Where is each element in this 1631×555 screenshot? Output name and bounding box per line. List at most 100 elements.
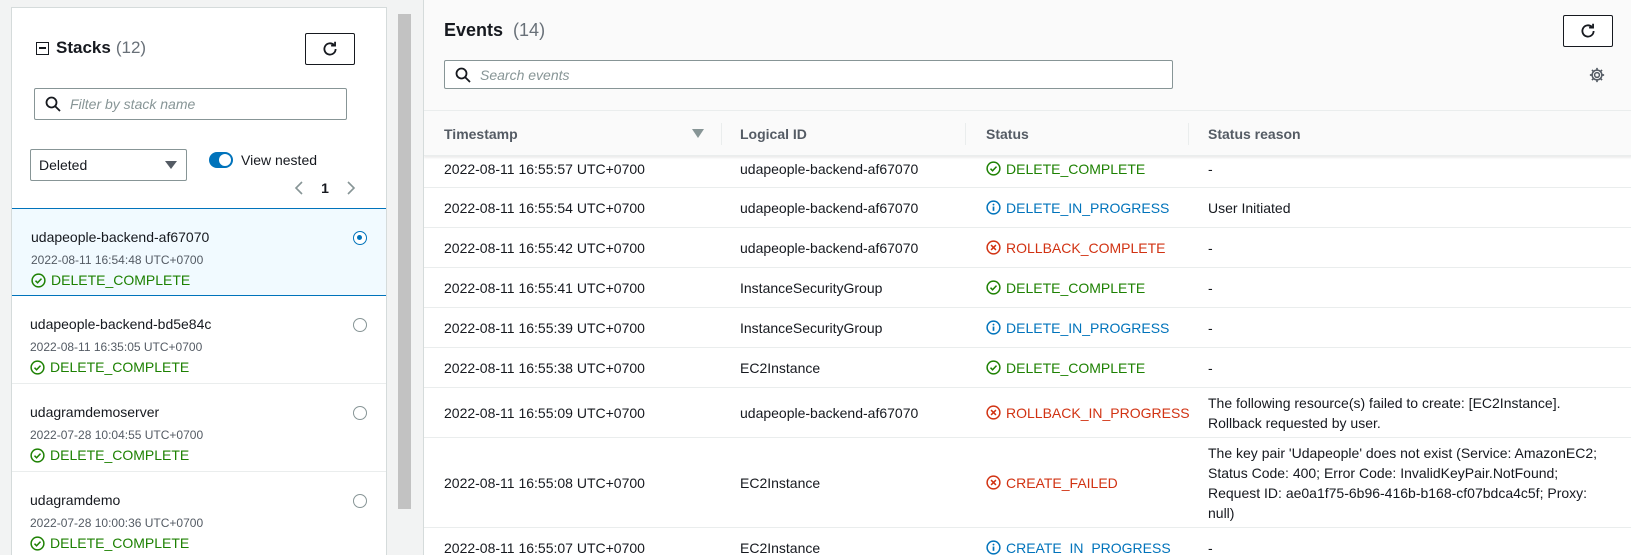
cell-status: DELETE_COMPLETE — [986, 360, 1145, 376]
events-refresh-button[interactable] — [1563, 15, 1613, 47]
stack-select-radio[interactable] — [353, 318, 367, 332]
events-search-wrap[interactable] — [444, 60, 1173, 89]
status-label: CREATE_IN_PROGRESS — [1006, 539, 1171, 555]
cell-timestamp: 2022-08-11 16:55:07 UTC+0700 — [444, 539, 645, 555]
cell-status-reason: - — [1208, 359, 1213, 376]
cell-logical-id: udapeople-backend-af67070 — [740, 239, 919, 256]
success-check-icon — [986, 161, 1001, 176]
success-check-icon — [30, 447, 45, 463]
stack-status: DELETE_COMPLETE — [30, 447, 386, 463]
stack-list-item[interactable]: udagramdemo 2022-07-28 10:00:36 UTC+0700… — [12, 472, 386, 555]
refresh-icon — [1581, 23, 1595, 38]
stacks-count: (12) — [115, 38, 147, 57]
search-icon — [455, 67, 471, 83]
view-nested-label: View nested — [241, 152, 318, 168]
status-label: DELETE_COMPLETE — [1006, 279, 1146, 296]
events-title-wrap: Events (14) — [444, 20, 545, 41]
success-check-icon — [986, 280, 1001, 295]
info-icon — [986, 540, 1001, 555]
search-icon — [45, 96, 61, 112]
column-divider[interactable] — [1188, 123, 1189, 145]
column-divider[interactable] — [721, 123, 722, 145]
col-header-status-reason[interactable]: Status reason — [1208, 111, 1301, 157]
table-row: 2022-08-11 16:55:42 UTC+0700 udapeople-b… — [424, 228, 1631, 268]
cell-timestamp: 2022-08-11 16:55:42 UTC+0700 — [444, 239, 645, 256]
info-icon — [986, 320, 1001, 335]
column-divider[interactable] — [965, 123, 966, 145]
chevron-left-icon[interactable] — [289, 178, 309, 198]
error-x-icon — [986, 475, 1001, 490]
success-check-icon — [986, 360, 1001, 375]
events-title: Events — [444, 20, 504, 40]
stacks-refresh-button[interactable] — [305, 33, 355, 65]
cell-logical-id: InstanceSecurityGroup — [740, 319, 883, 336]
view-nested-toggle[interactable] — [209, 152, 233, 168]
col-header-timestamp[interactable]: Timestamp — [444, 111, 518, 157]
events-table-body: 2022-08-11 16:55:57 UTC+0700 udapeople-b… — [424, 150, 1631, 555]
stack-list-item[interactable]: udapeople-backend-af67070 2022-08-11 16:… — [12, 208, 386, 296]
cell-status-reason: - — [1208, 279, 1213, 296]
status-label: ROLLBACK_COMPLETE — [1006, 239, 1166, 256]
events-count: (14) — [513, 20, 546, 40]
stack-list-item[interactable]: udagramdemoserver 2022-07-28 10:04:55 UT… — [12, 384, 386, 472]
stack-select-radio[interactable] — [353, 231, 367, 245]
status-label: DELETE_IN_PROGRESS — [1006, 199, 1170, 216]
stacks-scrollbar-thumb[interactable] — [398, 14, 411, 509]
stack-select-radio[interactable] — [353, 494, 367, 508]
stack-status-label: DELETE_COMPLETE — [51, 272, 191, 288]
status-filter-select[interactable]: Deleted — [30, 149, 187, 181]
status-label: CREATE_FAILED — [1006, 474, 1118, 491]
cell-timestamp: 2022-08-11 16:55:09 UTC+0700 — [444, 404, 645, 421]
stack-name[interactable]: udapeople-backend-af67070 — [31, 229, 386, 245]
cell-timestamp: 2022-08-11 16:55:54 UTC+0700 — [444, 199, 645, 216]
status-label: DELETE_COMPLETE — [1006, 359, 1146, 376]
cell-logical-id: udapeople-backend-af67070 — [740, 160, 919, 177]
status-label: DELETE_IN_PROGRESS — [1006, 319, 1170, 336]
cell-status: DELETE_IN_PROGRESS — [986, 200, 1169, 216]
stack-list-item[interactable]: udapeople-backend-bd5e84c 2022-08-11 16:… — [12, 296, 386, 384]
chevron-right-icon[interactable] — [341, 178, 361, 198]
cell-logical-id: udapeople-backend-af67070 — [740, 404, 919, 421]
success-check-icon — [30, 359, 45, 375]
stack-time: 2022-08-11 16:54:48 UTC+0700 — [31, 253, 204, 267]
cell-timestamp: 2022-08-11 16:55:38 UTC+0700 — [444, 359, 645, 376]
refresh-icon — [323, 41, 337, 56]
col-header-logical-id[interactable]: Logical ID — [740, 111, 807, 157]
sort-descending-icon[interactable] — [692, 129, 704, 138]
col-header-status[interactable]: Status — [986, 111, 1029, 157]
cell-status: CREATE_FAILED — [986, 475, 1118, 491]
cell-logical-id: InstanceSecurityGroup — [740, 279, 883, 296]
stack-time: 2022-07-28 10:00:36 UTC+0700 — [30, 516, 204, 530]
cell-logical-id: EC2Instance — [740, 474, 821, 491]
table-row: 2022-08-11 16:55:07 UTC+0700 EC2Instance… — [424, 528, 1631, 555]
cell-status-reason: User Initiated — [1208, 199, 1291, 216]
stack-status: DELETE_COMPLETE — [30, 535, 386, 551]
collapse-icon[interactable] — [36, 41, 49, 55]
status-label: DELETE_COMPLETE — [1006, 160, 1146, 177]
stacks-title: Stacks — [56, 38, 111, 57]
gear-icon[interactable] — [1588, 66, 1606, 84]
cell-timestamp: 2022-08-11 16:55:57 UTC+0700 — [444, 160, 645, 177]
cell-status: ROLLBACK_COMPLETE — [986, 240, 1166, 256]
events-table-header: Timestamp Logical ID Status Status reaso… — [424, 110, 1631, 156]
stack-select-radio[interactable] — [353, 406, 367, 420]
cell-status: DELETE_COMPLETE — [986, 280, 1145, 296]
cell-status: DELETE_IN_PROGRESS — [986, 320, 1169, 336]
stack-name[interactable]: udapeople-backend-bd5e84c — [30, 316, 386, 332]
cell-status: DELETE_COMPLETE — [986, 161, 1145, 177]
stack-filter-input-wrap[interactable] — [34, 88, 347, 120]
table-row: 2022-08-11 16:55:54 UTC+0700 udapeople-b… — [424, 188, 1631, 228]
cell-logical-id: EC2Instance — [740, 539, 821, 555]
stack-time: 2022-07-28 10:04:55 UTC+0700 — [30, 428, 204, 442]
stacks-panel: Stacks (12) Deleted View nested 1 udapeo… — [11, 7, 387, 555]
stack-filter-input[interactable] — [70, 96, 346, 112]
cell-status-reason: The key pair 'Udapeople' does not exist … — [1208, 444, 1597, 521]
stack-name[interactable]: udagramdemoserver — [30, 404, 386, 420]
cell-status-reason: - — [1208, 160, 1213, 177]
success-check-icon — [30, 535, 45, 551]
page-number[interactable]: 1 — [309, 180, 341, 196]
stack-name[interactable]: udagramdemo — [30, 492, 386, 508]
events-search-input[interactable] — [480, 66, 1172, 83]
error-x-icon — [986, 240, 1001, 255]
caret-down-icon — [165, 161, 177, 169]
